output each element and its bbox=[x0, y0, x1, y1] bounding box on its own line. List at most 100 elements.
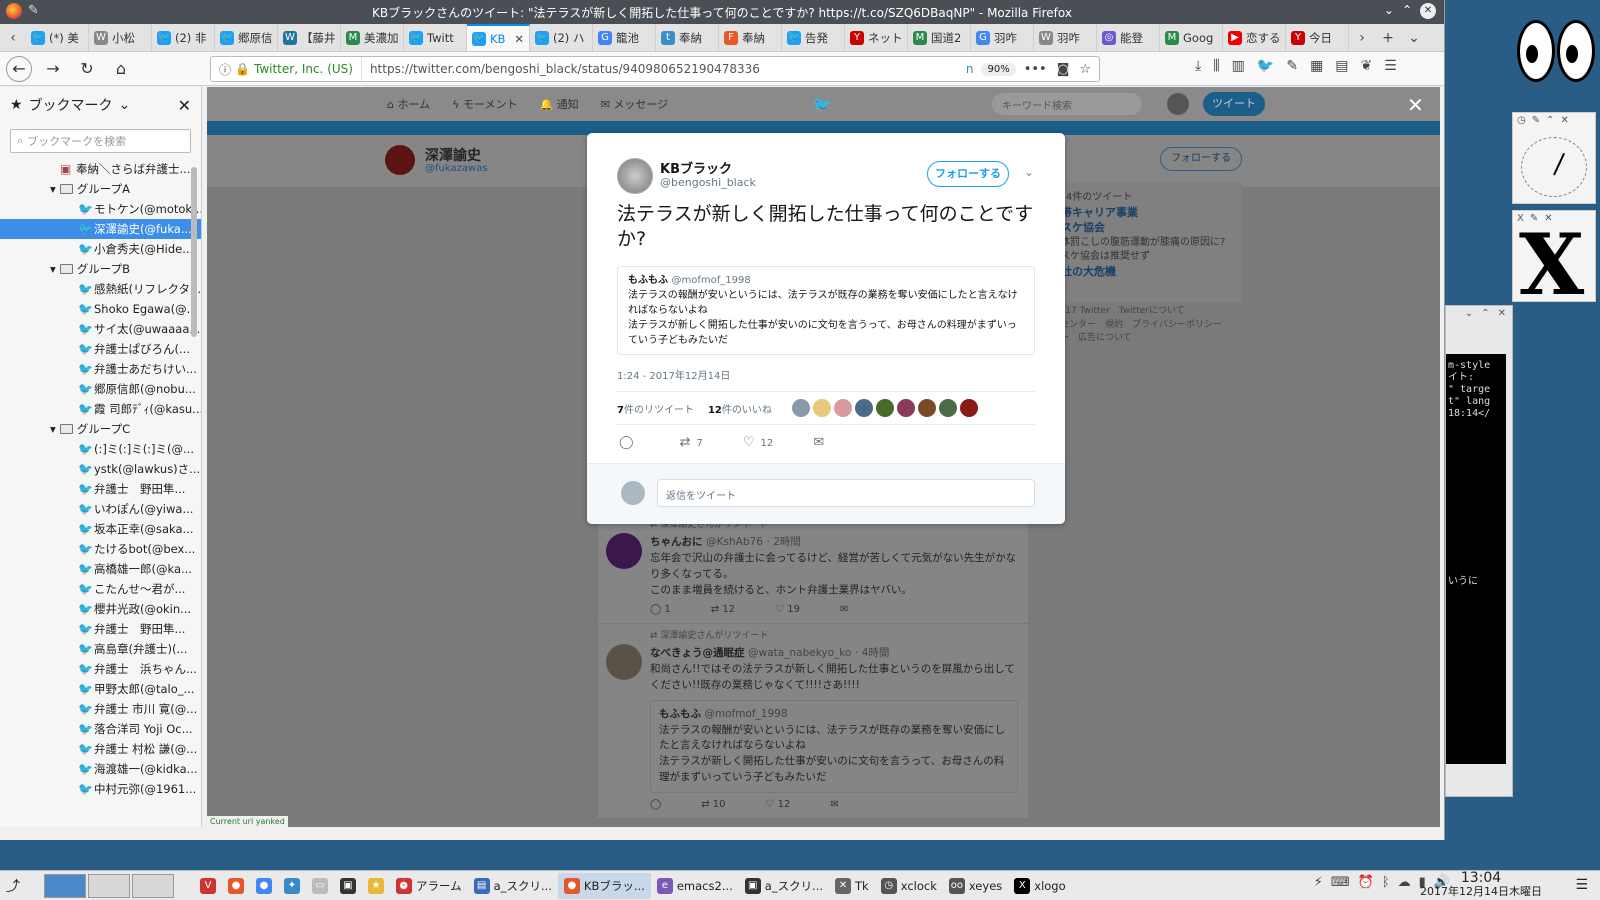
home-button[interactable]: ⌂ bbox=[108, 56, 134, 82]
chevron-up-icon[interactable]: ⌃ bbox=[1481, 308, 1489, 322]
tweet-author-name[interactable]: KBブラック bbox=[660, 158, 732, 177]
bookmark-star-icon[interactable]: ☆ bbox=[1079, 62, 1091, 77]
folder-expand-icon[interactable]: ▾ bbox=[50, 262, 56, 276]
sidebar-scrollbar[interactable] bbox=[191, 167, 197, 337]
tab[interactable]: W 小松 bbox=[89, 24, 152, 51]
taskbar-task[interactable]: ⏰ アラーム bbox=[390, 873, 468, 899]
bookmark-item[interactable]: 🐦 坂本正幸(@saka... bbox=[0, 519, 201, 539]
tab[interactable]: M 国道2 bbox=[908, 24, 971, 51]
xeyes-window[interactable] bbox=[1513, 20, 1599, 86]
liker-avatar[interactable] bbox=[854, 399, 873, 417]
new-tab-icon[interactable]: + bbox=[1375, 24, 1401, 51]
keyboard-icon[interactable]: ⌨ bbox=[1331, 875, 1350, 890]
bookmark-item[interactable]: 🐦 高島章(弁護士)(... bbox=[0, 639, 201, 659]
tweet-author-handle[interactable]: @wata_nabekyo_ko bbox=[748, 647, 851, 659]
site-identity[interactable]: ⓘ 🔒 Twitter, Inc. (US) bbox=[211, 57, 362, 81]
close-icon[interactable]: ✕ bbox=[1561, 115, 1569, 129]
tab[interactable]: 🐦 郷原信 bbox=[215, 24, 278, 51]
bookmark-item[interactable]: 🐦 弁護士あだちけい... bbox=[0, 359, 201, 379]
url-bar[interactable]: ⓘ 🔒 Twitter, Inc. (US) https://twitter.c… bbox=[210, 56, 1100, 82]
tweet-author-handle[interactable]: @KshAb76 bbox=[706, 536, 763, 548]
taskbar-task[interactable]: ✕ Tk bbox=[829, 873, 875, 899]
taskbar-task[interactable]: ● bbox=[250, 873, 278, 899]
tab[interactable]: 🐦 告発 bbox=[782, 24, 845, 51]
taskbar-task[interactable]: Xxlogo bbox=[1008, 873, 1071, 899]
like-stat[interactable]: 12件のいいね bbox=[708, 401, 772, 416]
tweet-button[interactable]: ツイート bbox=[1203, 92, 1265, 116]
taskbar-task[interactable]: ▣ bbox=[334, 873, 362, 899]
trend-link[interactable]: 携帯キャリア事業 bbox=[1050, 205, 1234, 220]
bookmark-item[interactable]: 🐦 小倉秀夫(@Hide... bbox=[0, 239, 201, 259]
dm-action[interactable]: ✉ bbox=[830, 799, 838, 810]
close-icon[interactable]: ✕ bbox=[1498, 308, 1506, 322]
liker-avatar[interactable] bbox=[938, 399, 957, 417]
tray-icon[interactable]: ⚡ bbox=[1314, 875, 1323, 890]
bookmark-item[interactable]: 🐦 海渡雄一(@kidka... bbox=[0, 759, 201, 779]
folder-expand-icon[interactable]: ▾ bbox=[50, 182, 56, 196]
xclock-window[interactable]: ◷ ✎ ⌃ ✕ bbox=[1512, 112, 1596, 204]
bookmark-item[interactable]: 🐦 郷原信郎(@nobu... bbox=[0, 379, 201, 399]
follow-button[interactable]: フォローする bbox=[927, 161, 1009, 187]
liker-avatar[interactable] bbox=[896, 399, 915, 417]
workspace-2[interactable] bbox=[88, 873, 130, 898]
xlogo-window[interactable]: X ✎ ✕ X bbox=[1512, 210, 1596, 302]
tweet-timestamp[interactable]: 1:24 - 2017年12月14日 bbox=[617, 367, 730, 382]
bookmark-item[interactable]: 🐦 感熱紙(リフレクタ... bbox=[0, 279, 201, 299]
bookmark-item[interactable]: 🐦 弁護士 浜ちゃん... bbox=[0, 659, 201, 679]
dm-action[interactable]: ✉ bbox=[840, 604, 848, 615]
bookmark-item[interactable]: 🐦 弁護士 野田隼... bbox=[0, 619, 201, 639]
grid-addon-icon[interactable]: ▦ bbox=[1310, 58, 1323, 74]
library-icon[interactable]: ⫼ bbox=[1213, 58, 1219, 74]
sidebar-toggle-icon[interactable]: ▥ bbox=[1232, 58, 1245, 74]
liker-avatar[interactable] bbox=[791, 399, 810, 417]
sidebar-close-icon[interactable]: ✕ bbox=[178, 96, 191, 115]
menu-icon[interactable]: ☰ bbox=[1384, 58, 1397, 74]
taskbar-task[interactable]: ● KBブラッ... bbox=[557, 872, 651, 899]
bookmark-item[interactable]: 🐦 甲野太郎(@talo_... bbox=[0, 679, 201, 699]
retweet-action[interactable]: ⇄ 7 bbox=[680, 435, 703, 450]
url-text[interactable]: https://twitter.com/bengoshi_black/statu… bbox=[362, 62, 966, 76]
tweet-avatar[interactable] bbox=[606, 644, 642, 681]
bookmark-item[interactable]: 🐦 いわぽん(@yiwa... bbox=[0, 499, 201, 519]
bookmark-item[interactable]: ▣ 奉納＼さらば弁護士... bbox=[0, 159, 201, 179]
tab[interactable]: 🐦 KB ✕ bbox=[467, 24, 530, 51]
modal-close-icon[interactable]: ✕ bbox=[1407, 93, 1424, 117]
tab[interactable]: ◎ 能登 bbox=[1097, 24, 1160, 51]
pencil-addon-icon[interactable]: ✎ bbox=[1286, 58, 1298, 74]
tweet-author-avatar[interactable] bbox=[617, 158, 653, 194]
bookmark-item[interactable]: 🐦 たけるbot(@bex... bbox=[0, 539, 201, 559]
tweet-author-name[interactable]: ちゃんおに bbox=[650, 536, 703, 548]
pocket-icon[interactable]: ◙ bbox=[1057, 62, 1070, 77]
bookmark-item[interactable]: 🐦 落合洋司 Yoji Oc... bbox=[0, 719, 201, 739]
liker-avatar[interactable] bbox=[833, 399, 852, 417]
nav-home[interactable]: ⌂ ホーム bbox=[387, 96, 430, 112]
bookmark-item[interactable]: 🐦 弁護士ぱびろん(... bbox=[0, 339, 201, 359]
taskbar-task[interactable]: e emacs2... bbox=[651, 873, 739, 899]
bookmark-item[interactable]: 🐦 (:]ミ(:]ミ(:]ミ(@... bbox=[0, 439, 201, 459]
network-icon[interactable]: ☁ bbox=[1398, 875, 1411, 890]
tab[interactable]: Y ネット bbox=[845, 24, 908, 51]
reply-action[interactable]: ◯ 1 bbox=[650, 604, 671, 615]
evernote-addon-icon[interactable]: ❦ bbox=[1361, 58, 1373, 74]
liker-avatar[interactable] bbox=[917, 399, 936, 417]
folder-expand-icon[interactable]: ▾ bbox=[50, 422, 56, 436]
timeline-tweet[interactable]: ⇄ 深澤諭史さんがリツイート なべきょう@通眠症 @wata_nabekyo_ko… bbox=[598, 624, 1028, 819]
tab-list-icon[interactable]: ⌄ bbox=[1401, 24, 1427, 51]
minimize-icon[interactable]: ⌄ bbox=[1384, 3, 1394, 19]
bookmark-item[interactable]: 🐦 深澤諭史(@fuka... bbox=[0, 219, 201, 239]
bookmark-item[interactable]: 🐦 こたんせ〜君が... bbox=[0, 579, 201, 599]
like-action[interactable]: ♡ 12 bbox=[766, 799, 791, 810]
bookmark-item[interactable]: 🐦 高橋雄一郎(@ka... bbox=[0, 559, 201, 579]
workspace-pager[interactable] bbox=[44, 873, 174, 898]
taskbar-task[interactable]: oo xeyes bbox=[943, 873, 1008, 899]
liker-avatar[interactable] bbox=[812, 399, 831, 417]
tab[interactable]: M 美濃加 bbox=[341, 24, 404, 51]
bookmark-item[interactable]: 🐦 ystk(@lawkus)さ... bbox=[0, 459, 201, 479]
taskbar-clock[interactable]: 13:04 2017年12月14日木曜日 bbox=[1420, 871, 1542, 898]
bookmark-folder[interactable]: ▾ グループB bbox=[0, 259, 201, 279]
footer-line[interactable]: © 2017 Twitter Twitterについて bbox=[1042, 305, 1242, 319]
twitter-search-input[interactable]: キーワード検索 bbox=[992, 93, 1142, 115]
tab[interactable]: F 奉納 bbox=[719, 24, 782, 51]
reload-button[interactable]: ↻ bbox=[74, 56, 100, 82]
trend-link[interactable]: 自社の大危機 bbox=[1050, 264, 1234, 279]
